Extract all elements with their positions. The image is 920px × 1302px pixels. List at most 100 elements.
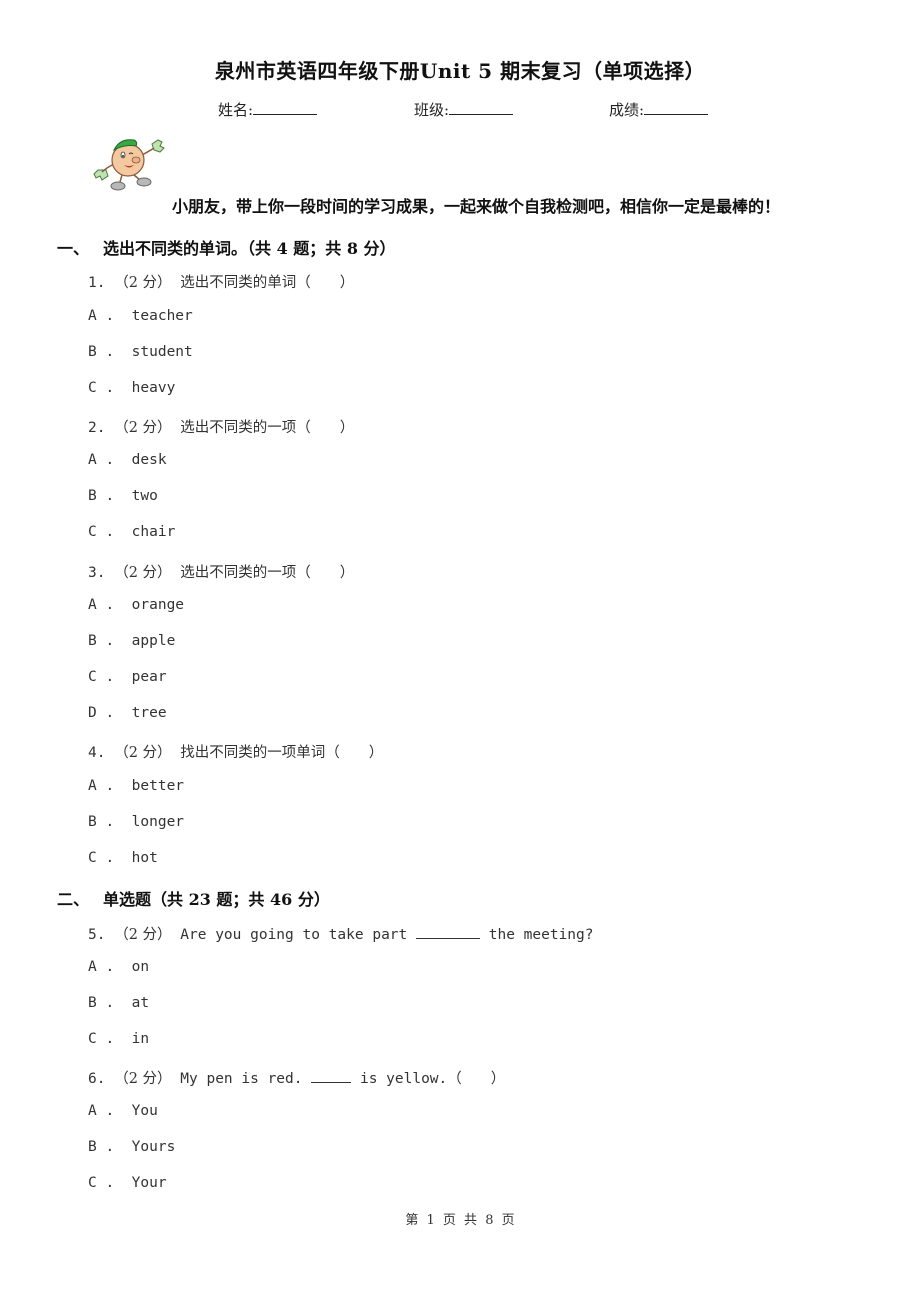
option-letter: B bbox=[88, 344, 97, 360]
question-stem: My pen is red. bbox=[180, 1071, 303, 1087]
option-letter: B bbox=[88, 995, 97, 1011]
question-stem: 选出不同类的单词（ ） bbox=[180, 275, 355, 291]
question-score: （2 分） bbox=[114, 927, 172, 943]
option[interactable]: A . teacher bbox=[88, 308, 193, 324]
answer-blank[interactable] bbox=[416, 926, 480, 939]
option[interactable]: A . desk bbox=[88, 452, 167, 468]
option-letter: A bbox=[88, 778, 97, 794]
section-title: 选出不同类的单词。（共 4 题；共 8 分） bbox=[103, 239, 396, 258]
option-text: teacher bbox=[131, 308, 193, 324]
page-footer: 第 1 页 共 8 页 bbox=[405, 1213, 515, 1228]
question-score: （2 分） bbox=[114, 1071, 172, 1087]
option[interactable]: C . Your bbox=[88, 1175, 167, 1191]
question: 5. （2 分） Are you going to take part the … bbox=[88, 923, 594, 944]
option-text: two bbox=[131, 488, 158, 504]
name-field[interactable]: 姓名: bbox=[218, 99, 318, 120]
option[interactable]: D . tree bbox=[88, 705, 167, 721]
option[interactable]: B . at bbox=[88, 995, 149, 1011]
question-stem-end: is yellow.（ ） bbox=[359, 1071, 506, 1087]
score-blank[interactable] bbox=[644, 101, 709, 115]
option-text: in bbox=[131, 1031, 150, 1047]
option-text: on bbox=[131, 959, 150, 975]
option[interactable]: A . on bbox=[88, 959, 149, 975]
question-score: （2 分） bbox=[114, 745, 172, 761]
option-text: longer bbox=[131, 814, 185, 830]
option-text: heavy bbox=[131, 380, 176, 396]
option[interactable]: C . in bbox=[88, 1031, 149, 1047]
section-number: 一、 bbox=[57, 239, 90, 258]
option-text: apple bbox=[131, 633, 176, 649]
option-letter: C bbox=[88, 1175, 97, 1191]
option-letter: B bbox=[88, 1139, 97, 1155]
question: 4. （2 分） 找出不同类的一项单词（ ） bbox=[88, 741, 383, 762]
option[interactable]: B . two bbox=[88, 488, 158, 504]
option[interactable]: C . heavy bbox=[88, 380, 175, 396]
question: 3. （2 分） 选出不同类的一项（ ） bbox=[88, 561, 354, 582]
option-letter: C bbox=[88, 1031, 97, 1047]
option-text: Yours bbox=[131, 1139, 176, 1155]
name-blank[interactable] bbox=[253, 101, 318, 115]
option-text: hot bbox=[131, 850, 158, 866]
option-letter: A bbox=[88, 308, 97, 324]
question-stem-end: the meeting? bbox=[488, 927, 594, 943]
name-label: 姓名: bbox=[218, 101, 254, 119]
document-title: 泉州市英语四年级下册Unit 5 期末复习（单项选择） bbox=[214, 59, 706, 83]
question: 2. （2 分） 选出不同类的一项（ ） bbox=[88, 416, 354, 437]
question-number: 1. bbox=[88, 275, 106, 291]
option-text: at bbox=[131, 995, 150, 1011]
option-letter: C bbox=[88, 380, 97, 396]
question-stem: Are you going to take part bbox=[180, 927, 408, 943]
question: 6. （2 分） My pen is red. is yellow.（ ） bbox=[88, 1067, 505, 1088]
option-text: desk bbox=[131, 452, 167, 468]
option-text: student bbox=[131, 344, 193, 360]
option-text: better bbox=[131, 778, 185, 794]
option[interactable]: A . orange bbox=[88, 597, 184, 613]
cartoon-mascot-icon bbox=[93, 139, 165, 191]
option[interactable]: C . hot bbox=[88, 850, 158, 866]
option-text: tree bbox=[131, 705, 167, 721]
section-heading: 二、 单选题（共 23 题；共 46 分） bbox=[57, 886, 330, 910]
question-score: （2 分） bbox=[114, 420, 172, 436]
question-stem: 选出不同类的一项（ ） bbox=[180, 565, 355, 581]
score-field[interactable]: 成绩: bbox=[609, 99, 709, 120]
option-letter: D bbox=[88, 705, 97, 721]
question-number: 6. bbox=[88, 1071, 106, 1087]
question-number: 2. bbox=[88, 420, 106, 436]
question-number: 4. bbox=[88, 745, 106, 761]
answer-blank[interactable] bbox=[311, 1070, 352, 1083]
option[interactable]: B . student bbox=[88, 344, 193, 360]
option-letter: B bbox=[88, 814, 97, 830]
option-letter: C bbox=[88, 524, 97, 540]
option-text: orange bbox=[131, 597, 185, 613]
option[interactable]: B . apple bbox=[88, 633, 175, 649]
option[interactable]: B . Yours bbox=[88, 1139, 175, 1155]
section-number: 二、 bbox=[57, 890, 90, 909]
question-score: （2 分） bbox=[114, 565, 172, 581]
option[interactable]: C . chair bbox=[88, 524, 175, 540]
option[interactable]: C . pear bbox=[88, 669, 167, 685]
option[interactable]: A . better bbox=[88, 778, 184, 794]
option-letter: B bbox=[88, 488, 97, 504]
option-letter: A bbox=[88, 452, 97, 468]
section-heading: 一、 选出不同类的单词。（共 4 题；共 8 分） bbox=[57, 235, 396, 259]
score-label: 成绩: bbox=[609, 101, 645, 119]
option-text: pear bbox=[131, 669, 167, 685]
option-letter: C bbox=[88, 850, 97, 866]
question-score: （2 分） bbox=[114, 275, 172, 291]
option[interactable]: B . longer bbox=[88, 814, 184, 830]
class-blank[interactable] bbox=[449, 101, 514, 115]
question-number: 3. bbox=[88, 565, 106, 581]
section-title: 单选题（共 23 题；共 46 分） bbox=[103, 890, 330, 909]
option-letter: A bbox=[88, 1103, 97, 1119]
question-number: 5. bbox=[88, 927, 106, 943]
option-letter: C bbox=[88, 669, 97, 685]
question-stem: 找出不同类的一项单词（ ） bbox=[180, 745, 384, 761]
option-text: Your bbox=[131, 1175, 167, 1191]
greeting-text: 小朋友，带上你一段时间的学习成果，一起来做个自我检测吧，相信你一定是最棒的！ bbox=[172, 197, 781, 216]
question: 1. （2 分） 选出不同类的单词（ ） bbox=[88, 271, 354, 292]
class-label: 班级: bbox=[414, 101, 450, 119]
class-field[interactable]: 班级: bbox=[414, 99, 514, 120]
option-letter: B bbox=[88, 633, 97, 649]
option-text: chair bbox=[131, 524, 176, 540]
option[interactable]: A . You bbox=[88, 1103, 158, 1119]
